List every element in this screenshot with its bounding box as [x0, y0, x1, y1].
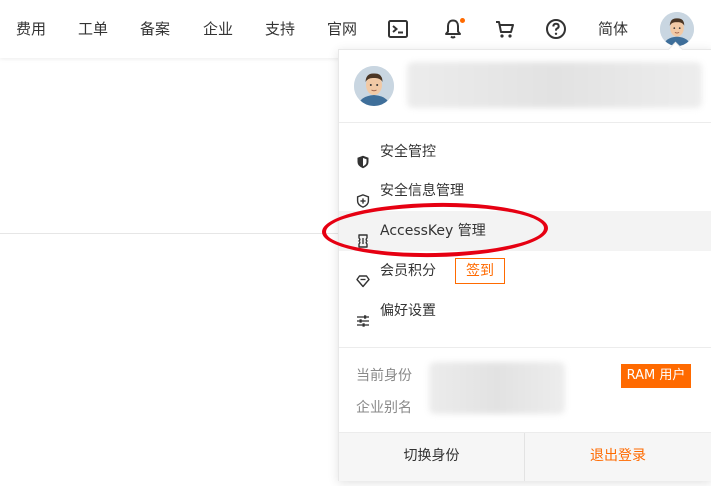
help-icon[interactable]	[544, 17, 568, 41]
ram-user-badge: RAM 用户	[621, 364, 691, 388]
nav-enterprise[interactable]: 企业	[203, 0, 233, 58]
logout-button[interactable]: 退出登录	[525, 433, 711, 481]
dropdown-avatar	[354, 66, 394, 106]
user-avatar[interactable]	[660, 12, 694, 46]
bell-icon[interactable]	[441, 17, 465, 41]
section-divider	[339, 347, 711, 348]
account-name-redacted	[407, 62, 702, 108]
shield-icon	[356, 145, 370, 169]
diamond-icon	[356, 264, 370, 288]
page-divider	[0, 233, 340, 234]
sliders-icon	[356, 304, 370, 327]
menu-label: 偏好设置	[380, 303, 436, 319]
enterprise-alias-label: 企业别名	[356, 400, 412, 416]
current-identity-label: 当前身份	[356, 368, 412, 384]
identity-value-redacted	[429, 362, 565, 414]
terminal-icon[interactable]	[386, 17, 410, 41]
menu-label: 安全管控	[380, 144, 436, 160]
nav-tickets[interactable]: 工单	[78, 0, 108, 58]
nav-icp-filing[interactable]: 备案	[140, 0, 170, 58]
dropdown-header	[339, 50, 711, 123]
nav-billing[interactable]: 费用	[16, 0, 46, 58]
check-in-button[interactable]: 签到	[455, 258, 505, 284]
nav-support[interactable]: 支持	[265, 0, 295, 58]
user-dropdown: 安全管控 安全信息管理 AccessKey 管理 会员积分 签到 偏好设置 当前…	[338, 41, 711, 481]
switch-identity-button[interactable]: 切换身份	[339, 433, 524, 481]
cart-icon[interactable]	[493, 17, 517, 41]
notification-dot	[460, 18, 465, 23]
dropdown-footer: 切换身份 退出登录	[339, 432, 711, 481]
menu-member-points[interactable]: 会员积分 签到	[339, 251, 711, 291]
menu-security-control[interactable]: 安全管控	[339, 132, 711, 172]
menu-preferences[interactable]: 偏好设置	[339, 291, 711, 331]
shield-plus-icon	[356, 184, 370, 208]
